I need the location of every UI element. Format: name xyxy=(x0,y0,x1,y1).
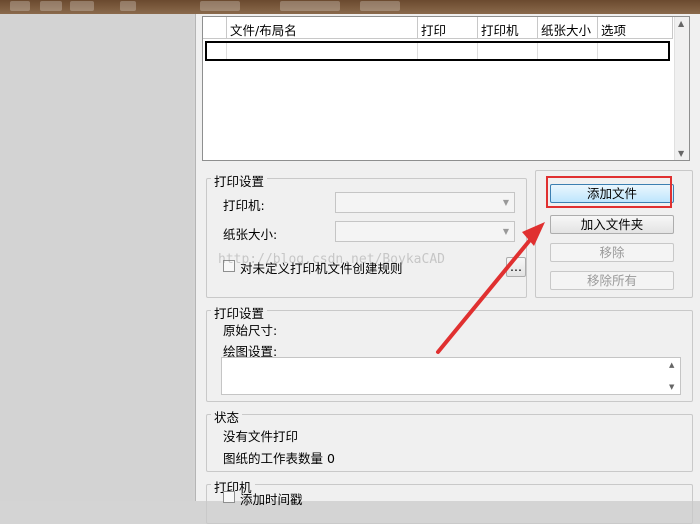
annotation-arrow-icon xyxy=(436,222,545,354)
